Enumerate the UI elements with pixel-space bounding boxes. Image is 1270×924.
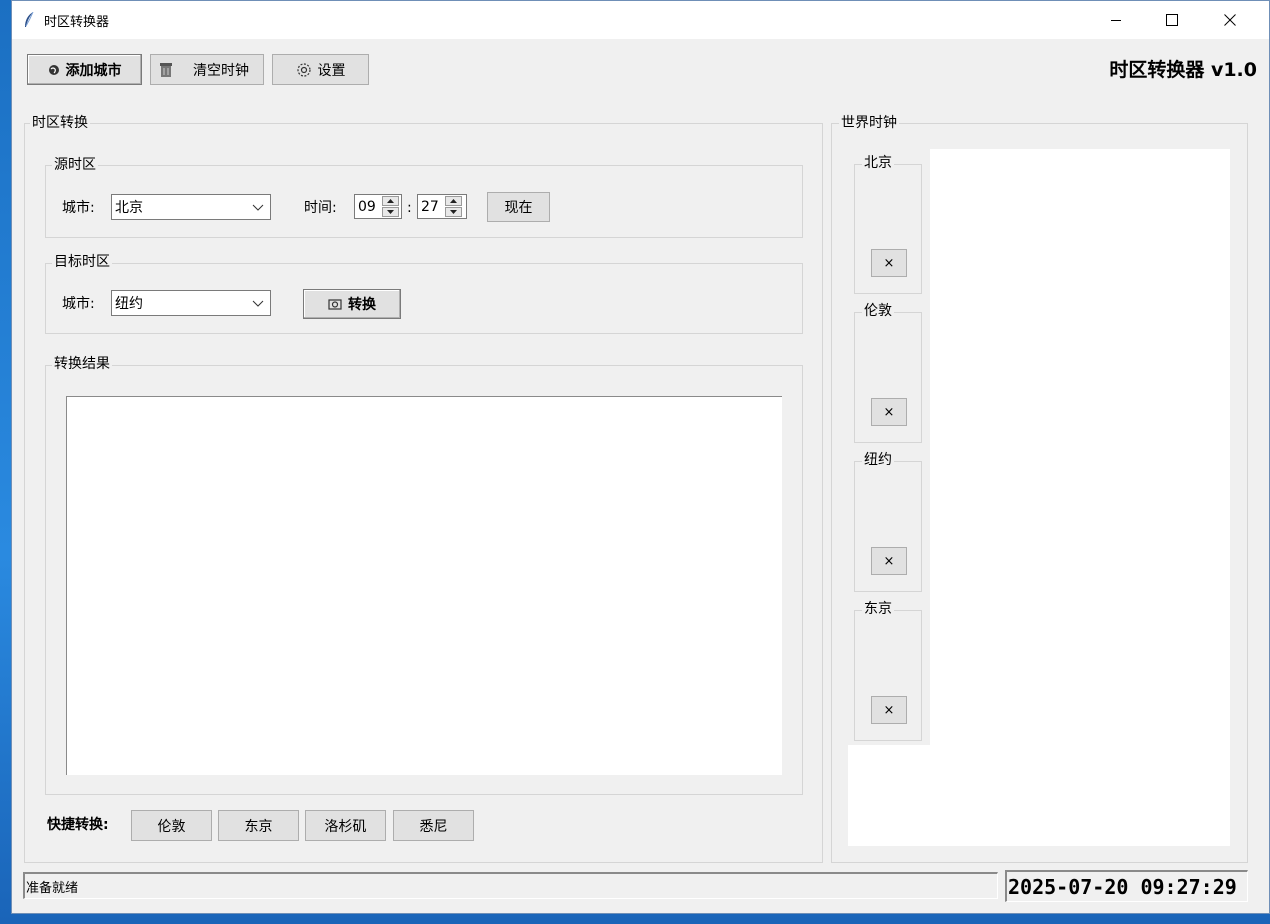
- target-city-label: 城市:: [62, 296, 95, 312]
- camera-icon: [328, 299, 342, 310]
- triangle-up-icon: [387, 199, 394, 203]
- datetime-text: 2025-07-20 09:27:29: [1008, 874, 1237, 899]
- convert-label: 转换: [348, 297, 376, 313]
- source-group-title: 源时区: [52, 157, 98, 173]
- gear-icon: [296, 62, 311, 77]
- minute-up-arrow[interactable]: [445, 196, 462, 206]
- quick-tokyo-button[interactable]: 东京: [218, 810, 299, 841]
- result-textbox[interactable]: [66, 396, 782, 775]
- target-city-value: 纽约: [115, 296, 143, 312]
- triangle-down-icon: [387, 210, 394, 214]
- current-datetime: 2025-07-20 09:27:29: [1005, 870, 1248, 902]
- clear-clocks-label: 清空时钟: [193, 62, 249, 79]
- time-separator: :: [407, 200, 412, 216]
- quick-sydney-label: 悉尼: [419, 818, 448, 835]
- chevron-down-icon: [252, 300, 264, 307]
- close-icon: ×: [883, 702, 895, 718]
- quick-london-button[interactable]: 伦敦: [131, 810, 212, 841]
- source-city-combo[interactable]: 北京: [111, 194, 271, 220]
- remove-beijing-button[interactable]: ×: [871, 249, 907, 277]
- add-city-button[interactable]: 添加城市: [27, 54, 142, 85]
- remove-tokyo-button[interactable]: ×: [871, 696, 907, 724]
- close-icon: [1224, 14, 1236, 26]
- now-button[interactable]: 现在: [487, 192, 550, 222]
- quick-sydney-button[interactable]: 悉尼: [393, 810, 474, 841]
- hour-down-arrow[interactable]: [382, 207, 399, 217]
- quick-tokyo-label: 东京: [244, 818, 273, 835]
- status-bar: 准备就绪: [23, 872, 998, 899]
- minute-value: 27: [421, 198, 439, 215]
- maximize-button[interactable]: [1149, 1, 1195, 39]
- quick-convert-label: 快捷转换:: [47, 817, 109, 833]
- status-text: 准备就绪: [26, 880, 79, 896]
- world-clock-group-title: 世界时钟: [839, 115, 899, 131]
- clock-city-beijing: 北京: [862, 155, 894, 171]
- clock-city-london: 伦敦: [862, 303, 894, 319]
- triangle-up-icon: [450, 199, 457, 203]
- remove-london-button[interactable]: ×: [871, 398, 907, 426]
- maximize-icon: [1166, 14, 1178, 26]
- close-icon: ×: [883, 255, 895, 271]
- minute-spinbox[interactable]: 27: [417, 194, 467, 219]
- result-group-title: 转换结果: [52, 356, 112, 372]
- quick-la-label: 洛杉矶: [324, 818, 367, 835]
- minimize-icon: [1111, 20, 1121, 21]
- source-city-value: 北京: [115, 200, 143, 216]
- globe-icon: [48, 64, 59, 75]
- trash-icon: [160, 62, 172, 77]
- window-title: 时区转换器: [44, 14, 110, 30]
- clear-clocks-button[interactable]: 清空时钟: [150, 54, 264, 85]
- target-city-combo[interactable]: 纽约: [111, 290, 271, 316]
- time-label: 时间:: [304, 200, 337, 216]
- converter-group-title: 时区转换: [30, 115, 90, 131]
- clock-city-newyork: 纽约: [862, 452, 894, 468]
- source-city-label: 城市:: [62, 200, 95, 216]
- target-group-title: 目标时区: [52, 254, 112, 270]
- title-bar: 时区转换器: [12, 1, 1269, 39]
- now-label: 现在: [504, 200, 533, 216]
- close-icon: ×: [883, 404, 895, 420]
- clock-city-tokyo: 东京: [862, 601, 894, 617]
- close-icon: ×: [883, 553, 895, 569]
- convert-button[interactable]: 转换: [303, 289, 401, 319]
- quick-la-button[interactable]: 洛杉矶: [305, 810, 386, 841]
- feather-icon: [25, 12, 34, 27]
- chevron-down-icon: [252, 204, 264, 211]
- hour-up-arrow[interactable]: [382, 196, 399, 206]
- quick-london-label: 伦敦: [157, 818, 186, 835]
- hour-value: 09: [358, 198, 376, 215]
- hour-spinbox[interactable]: 09: [354, 194, 402, 219]
- settings-label: 设置: [317, 62, 346, 79]
- settings-button[interactable]: 设置: [272, 54, 369, 85]
- minute-down-arrow[interactable]: [445, 207, 462, 217]
- triangle-down-icon: [450, 210, 457, 214]
- minimize-button[interactable]: [1093, 1, 1139, 39]
- app-window: 时区转换器 添加城市 清空时钟 设置 时区转换器 v1.0 时区转换 源时区 城…: [11, 0, 1270, 914]
- close-button[interactable]: [1207, 1, 1253, 39]
- remove-newyork-button[interactable]: ×: [871, 547, 907, 575]
- add-city-label: 添加城市: [65, 62, 122, 79]
- app-heading: 时区转换器 v1.0: [1109, 59, 1257, 81]
